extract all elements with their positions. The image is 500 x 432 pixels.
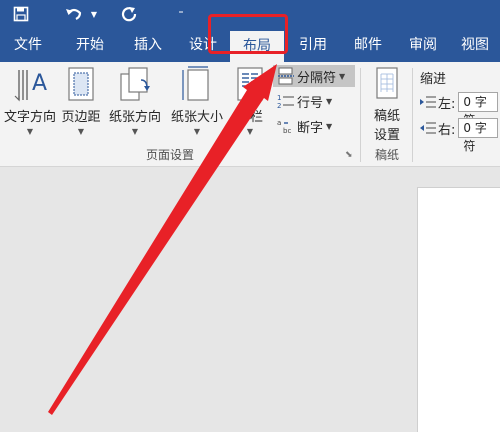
dialog-launcher-icon[interactable]: ⬊ bbox=[345, 150, 353, 160]
indent-left-row: 左: 0 字符 bbox=[420, 91, 499, 127]
chevron-down-icon: ▼ bbox=[193, 127, 201, 136]
columns-button[interactable]: 分栏 ▼ bbox=[230, 66, 270, 136]
tab-mailings[interactable]: 邮件 bbox=[340, 28, 396, 62]
orientation-label: 纸张方向 bbox=[108, 110, 161, 125]
group-divider bbox=[360, 68, 361, 162]
manuscript-label-line2: 设置 bbox=[373, 128, 400, 143]
svg-text:a: a bbox=[277, 119, 281, 127]
tab-file[interactable]: 文件 bbox=[0, 28, 56, 62]
indent-right-row: 右: 0 字符 bbox=[420, 117, 499, 153]
chevron-down-icon: ▼ bbox=[246, 127, 254, 136]
manuscript-settings-button[interactable]: 稿纸 设置 bbox=[364, 66, 410, 143]
document-page[interactable] bbox=[417, 187, 500, 432]
size-label: 纸张大小 bbox=[170, 110, 223, 125]
orientation-icon bbox=[120, 67, 150, 101]
ribbon: A 文字方向 ▼ 页边距 ▼ 纸张方向 ▼ 纸张大小 ▼ 分栏 ▼ 分隔符 ▼ … bbox=[0, 62, 500, 167]
margins-label: 页边距 bbox=[61, 110, 101, 125]
indent-left-icon bbox=[420, 96, 436, 108]
tab-view[interactable]: 视图 bbox=[450, 28, 500, 62]
line-numbers-label: 行号 bbox=[297, 95, 324, 111]
chevron-down-icon: ▼ bbox=[131, 127, 139, 136]
tab-home[interactable]: 开始 bbox=[62, 28, 118, 62]
margins-icon bbox=[68, 67, 94, 101]
size-button[interactable]: 纸张大小 ▼ bbox=[166, 66, 228, 136]
save-icon[interactable] bbox=[8, 2, 34, 26]
manuscript-icon bbox=[376, 67, 398, 99]
manuscript-label-line1: 稿纸 bbox=[373, 109, 400, 124]
group-label-page-setup: 页面设置 bbox=[145, 148, 194, 162]
tab-insert[interactable]: 插入 bbox=[120, 28, 176, 62]
hyphenation-icon: a bc bbox=[277, 119, 291, 135]
paper-size-icon bbox=[182, 66, 209, 101]
indent-right-label: 右: bbox=[438, 122, 456, 138]
svg-text:A: A bbox=[32, 71, 47, 96]
text-direction-icon: A bbox=[14, 70, 47, 102]
hyphenation-button[interactable]: a bc 断字 ▼ bbox=[273, 115, 355, 137]
breaks-icon bbox=[278, 67, 294, 85]
undo-icon[interactable] bbox=[62, 2, 86, 26]
svg-text:1: 1 bbox=[277, 94, 281, 102]
chevron-down-icon: ▼ bbox=[339, 71, 346, 81]
line-numbers-button[interactable]: 1 2 行号 ▼ bbox=[273, 90, 355, 112]
text-direction-button[interactable]: A 文字方向 ▼ bbox=[0, 66, 60, 136]
undo-dropdown-icon[interactable]: ▼ bbox=[88, 2, 100, 26]
group-divider bbox=[412, 68, 413, 162]
svg-text:2: 2 bbox=[277, 102, 281, 110]
line-numbers-icon: 1 2 bbox=[277, 94, 294, 110]
customize-toolbar-icon[interactable]: ⁼ bbox=[174, 2, 188, 26]
orientation-button[interactable]: 纸张方向 ▼ bbox=[104, 66, 166, 136]
highlight-box bbox=[208, 14, 288, 54]
indent-left-input[interactable]: 0 字符 bbox=[458, 92, 499, 127]
chevron-down-icon: ▼ bbox=[326, 121, 333, 131]
chevron-down-icon: ▼ bbox=[326, 96, 333, 106]
margins-button[interactable]: 页边距 ▼ bbox=[58, 66, 104, 136]
redo-icon[interactable] bbox=[117, 2, 141, 26]
indent-right-input[interactable]: 0 字符 bbox=[458, 118, 499, 153]
chevron-down-icon: ▼ bbox=[77, 127, 85, 136]
hyphenation-label: 断字 bbox=[297, 120, 324, 136]
breaks-button[interactable]: 分隔符 ▼ bbox=[273, 65, 355, 87]
chevron-down-icon: ▼ bbox=[26, 127, 34, 136]
tab-references[interactable]: 引用 bbox=[288, 28, 338, 62]
tab-review[interactable]: 审阅 bbox=[398, 28, 448, 62]
breaks-label: 分隔符 bbox=[297, 70, 337, 86]
indent-title: 缩进 bbox=[420, 72, 447, 87]
svg-text:bc: bc bbox=[283, 127, 291, 135]
text-direction-label: 文字方向 bbox=[3, 110, 56, 125]
group-label-manuscript: 稿纸 bbox=[374, 148, 399, 162]
indent-right-icon bbox=[420, 122, 436, 134]
indent-left-label: 左: bbox=[438, 96, 456, 112]
columns-icon bbox=[237, 67, 263, 101]
columns-label: 分栏 bbox=[236, 110, 263, 125]
